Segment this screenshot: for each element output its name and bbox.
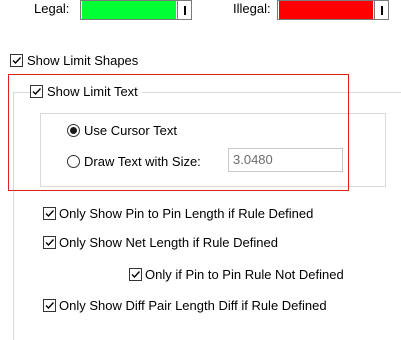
chevron-down-icon bbox=[183, 6, 186, 15]
checkbox-box[interactable] bbox=[43, 236, 56, 249]
illegal-color-combo[interactable] bbox=[277, 0, 389, 20]
checkbox-box[interactable] bbox=[43, 207, 56, 220]
net-length-label: Only Show Net Length if Rule Defined bbox=[59, 235, 278, 250]
show-limit-shapes-label: Show Limit Shapes bbox=[27, 53, 139, 68]
net-length-checkbox[interactable]: Only Show Net Length if Rule Defined bbox=[43, 235, 278, 250]
illegal-color-swatch bbox=[279, 1, 373, 19]
checkmark-icon bbox=[45, 302, 55, 310]
diff-pair-length-label: Only Show Diff Pair Length Diff if Rule … bbox=[59, 298, 327, 313]
pin-to-pin-length-checkbox[interactable]: Only Show Pin to Pin Length if Rule Defi… bbox=[43, 206, 313, 221]
pin-rule-not-defined-label: Only if Pin to Pin Rule Not Defined bbox=[145, 267, 344, 282]
legal-label: Legal: bbox=[34, 1, 70, 16]
checkbox-box[interactable] bbox=[43, 299, 56, 312]
pin-rule-not-defined-checkbox[interactable]: Only if Pin to Pin Rule Not Defined bbox=[129, 267, 344, 282]
checkmark-icon bbox=[12, 57, 22, 65]
checkmark-icon bbox=[131, 271, 141, 279]
checkbox-box[interactable] bbox=[129, 268, 142, 281]
legal-color-swatch bbox=[82, 1, 176, 19]
illegal-label: Illegal: bbox=[233, 1, 271, 16]
checkmark-icon bbox=[45, 210, 55, 218]
chevron-down-icon bbox=[380, 6, 383, 15]
illegal-dropdown-button[interactable] bbox=[374, 1, 388, 19]
highlight-rectangle bbox=[8, 74, 349, 191]
legal-dropdown-button[interactable] bbox=[177, 1, 191, 19]
legal-color-combo[interactable] bbox=[80, 0, 192, 20]
checkmark-icon bbox=[45, 239, 55, 247]
diff-pair-length-checkbox[interactable]: Only Show Diff Pair Length Diff if Rule … bbox=[43, 298, 327, 313]
checkbox-box[interactable] bbox=[10, 54, 23, 67]
show-limit-shapes-checkbox[interactable]: Show Limit Shapes bbox=[10, 53, 138, 68]
pin-to-pin-length-label: Only Show Pin to Pin Length if Rule Defi… bbox=[59, 206, 314, 221]
